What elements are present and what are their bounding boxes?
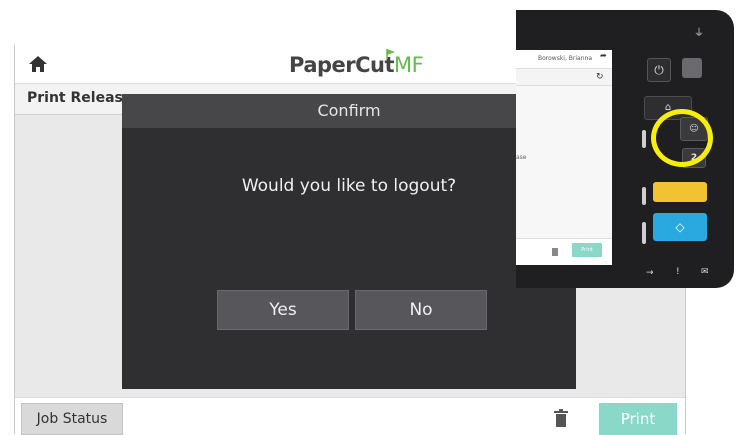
yes-button[interactable]: Yes <box>217 290 349 330</box>
mini-bottom-bar: Print <box>516 238 612 265</box>
dialog-message: Would you like to logout? <box>241 176 457 196</box>
indicator-bar <box>642 130 646 148</box>
fax-led-icon: ✉ <box>701 267 709 277</box>
mini-print-button: Print <box>572 243 602 257</box>
power-indicator <box>682 58 702 78</box>
mini-sub-bar: ↻ <box>516 69 612 86</box>
indicator-bar <box>642 187 646 205</box>
bottom-bar: Job Status Print <box>15 397 685 435</box>
trash-icon[interactable] <box>554 409 568 427</box>
brand-suffix: MF <box>394 53 424 77</box>
confirm-dialog: Confirm Would you like to logout? Yes No <box>122 94 576 389</box>
no-button[interactable]: No <box>355 290 487 330</box>
section-title: Print Releas <box>27 90 123 106</box>
mini-screen: Borowski, Brianna ➦ ↻ ase Print <box>516 50 612 265</box>
job-status-button[interactable]: Job Status <box>21 403 123 435</box>
alert-led-icon: ! <box>676 267 680 277</box>
power-icon: ⏻ <box>647 58 671 82</box>
mini-trash-icon <box>552 248 558 256</box>
indicator-bar <box>642 222 646 244</box>
brand-flag-icon <box>386 49 395 59</box>
brand-main: PaperCut <box>289 53 395 77</box>
start-button: ◇ <box>653 213 707 241</box>
refresh-icon[interactable]: ↻ <box>596 72 604 82</box>
papercut-logo: PaperCutMF <box>289 53 424 77</box>
home-icon[interactable] <box>29 56 47 72</box>
stop-button <box>653 182 707 202</box>
print-button[interactable]: Print <box>599 403 677 435</box>
mini-top-bar: Borowski, Brianna ➦ <box>516 50 612 69</box>
logout-icon[interactable]: ➦ <box>600 52 608 60</box>
highlight-circle <box>651 109 713 167</box>
mini-release-text: ase <box>516 154 527 161</box>
dialog-title: Confirm <box>122 94 576 128</box>
mini-user-name: Borowski, Brianna <box>538 55 592 62</box>
data-led-icon: → <box>646 268 654 278</box>
antenna-icon: ⏚ <box>694 28 704 39</box>
